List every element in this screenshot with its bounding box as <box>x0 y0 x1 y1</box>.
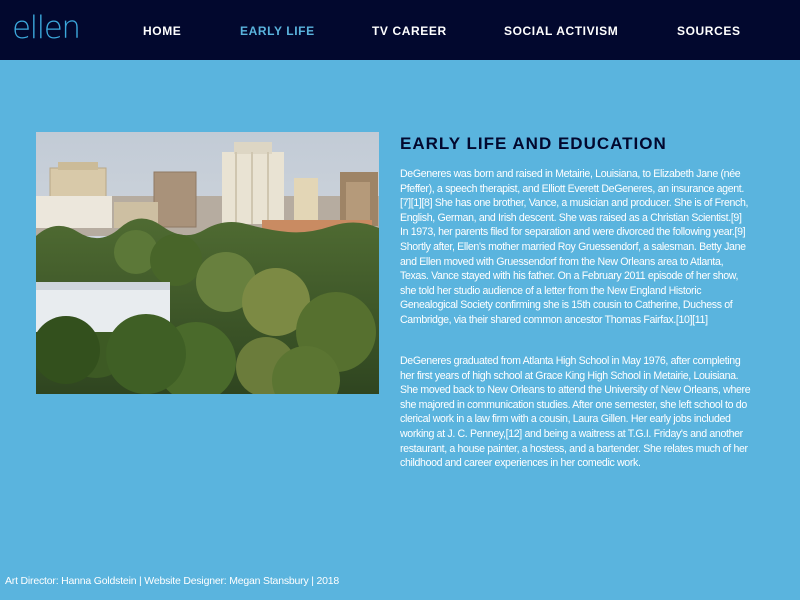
nav-sources[interactable]: SOURCES <box>677 23 741 39</box>
nav-home[interactable]: HOME <box>143 23 181 39</box>
paragraph-early-life: DeGeneres was born and raised in Metairi… <box>400 168 749 326</box>
city-skyline-photo <box>36 132 379 394</box>
paragraph-education: DeGeneres graduated from Atlanta High Sc… <box>400 355 751 470</box>
page-title: EARLY LIFE AND EDUCATION <box>400 134 667 153</box>
nav-early-life[interactable]: EARLY LIFE <box>240 23 315 39</box>
nav-social-activism[interactable]: SOCIAL ACTIVISM <box>504 23 618 39</box>
nav-tv-career[interactable]: TV CAREER <box>372 23 447 39</box>
footer-credits: Art Director: Hanna Goldstein | Website … <box>5 575 340 587</box>
ellen-logo[interactable]: ellen <box>12 8 81 48</box>
navbar: ellen HOME EARLY LIFE TV CAREER SOCIAL A… <box>0 0 800 60</box>
